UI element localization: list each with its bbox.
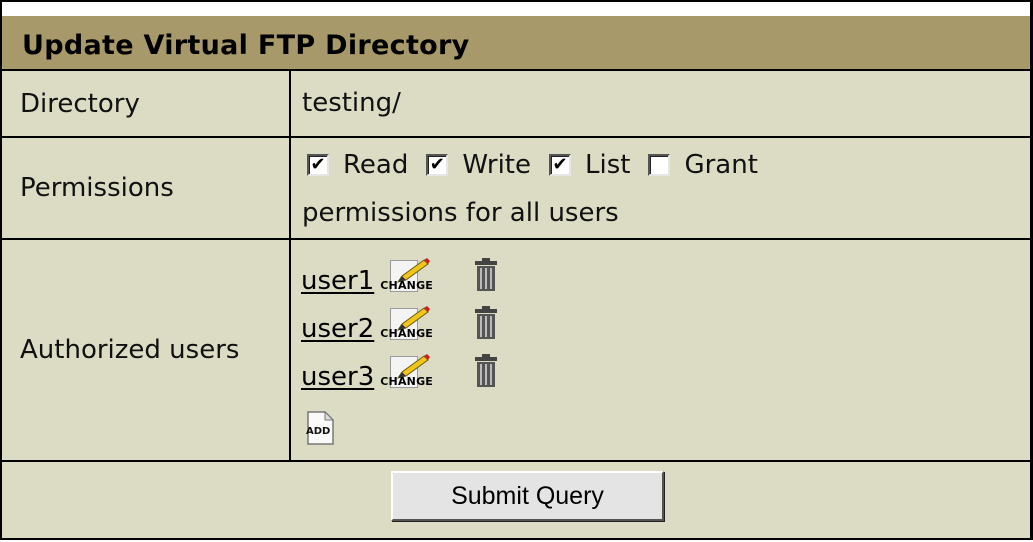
form-title: Update Virtual FTP Directory bbox=[22, 30, 470, 61]
submit-query-button[interactable]: Submit Query bbox=[391, 471, 664, 521]
write-checkbox[interactable]: ✔ bbox=[426, 154, 449, 176]
directory-row: Directory testing/ bbox=[2, 71, 1030, 138]
authorized-users-row: Authorized users user1 CHANGE user2 CHAN… bbox=[2, 240, 1030, 462]
authorized-users-label: Authorized users bbox=[2, 240, 291, 460]
permissions-row: Permissions ✔ Read ✔ Write ✔ List Grant … bbox=[2, 138, 1030, 240]
authorized-users-cell: user1 CHANGE user2 CHANGE user3 CHANGE A… bbox=[291, 240, 1030, 460]
grant-checkbox[interactable] bbox=[648, 154, 671, 176]
user-link-user1[interactable]: user1 bbox=[301, 266, 374, 296]
read-label: Read bbox=[343, 150, 409, 180]
pencil-edit-icon[interactable]: CHANGE bbox=[380, 350, 438, 392]
permissions-label: Permissions bbox=[2, 138, 291, 238]
change-icon-text: CHANGE bbox=[380, 279, 434, 292]
submit-row: Submit Query bbox=[2, 462, 1030, 542]
user-entry: user1 CHANGE bbox=[301, 254, 498, 296]
user-entry: user2 CHANGE bbox=[301, 302, 498, 344]
read-checkbox[interactable]: ✔ bbox=[307, 154, 329, 176]
user-link-user3[interactable]: user3 bbox=[301, 362, 374, 392]
write-label: Write bbox=[462, 150, 531, 180]
user-link-user2[interactable]: user2 bbox=[301, 314, 374, 344]
permissions-value-cell: ✔ Read ✔ Write ✔ List Grant permissions … bbox=[291, 138, 1030, 238]
trash-icon[interactable] bbox=[474, 258, 498, 292]
pencil-edit-icon[interactable]: CHANGE bbox=[380, 302, 438, 344]
directory-value: testing/ bbox=[302, 88, 401, 118]
form-header: Update Virtual FTP Directory bbox=[2, 2, 1030, 71]
change-icon-text: CHANGE bbox=[380, 327, 434, 340]
permissions-note: permissions for all users bbox=[302, 198, 619, 228]
user-entry: user3 CHANGE bbox=[301, 350, 498, 392]
pencil-edit-icon[interactable]: CHANGE bbox=[380, 254, 438, 296]
trash-icon[interactable] bbox=[474, 306, 498, 340]
add-document-icon[interactable]: ADD bbox=[305, 410, 335, 445]
add-icon-text: ADD bbox=[306, 426, 331, 437]
permissions-checkboxes: ✔ Read ✔ Write ✔ List Grant bbox=[307, 150, 776, 180]
grant-label: Grant bbox=[684, 150, 758, 180]
list-checkbox[interactable]: ✔ bbox=[549, 154, 571, 176]
trash-icon[interactable] bbox=[474, 354, 498, 388]
ftp-directory-form: Update Virtual FTP Directory Directory t… bbox=[0, 0, 1033, 540]
change-icon-text: CHANGE bbox=[380, 375, 434, 388]
directory-label: Directory bbox=[2, 71, 291, 136]
list-label: List bbox=[585, 150, 631, 180]
directory-value-cell: testing/ bbox=[291, 71, 1030, 136]
